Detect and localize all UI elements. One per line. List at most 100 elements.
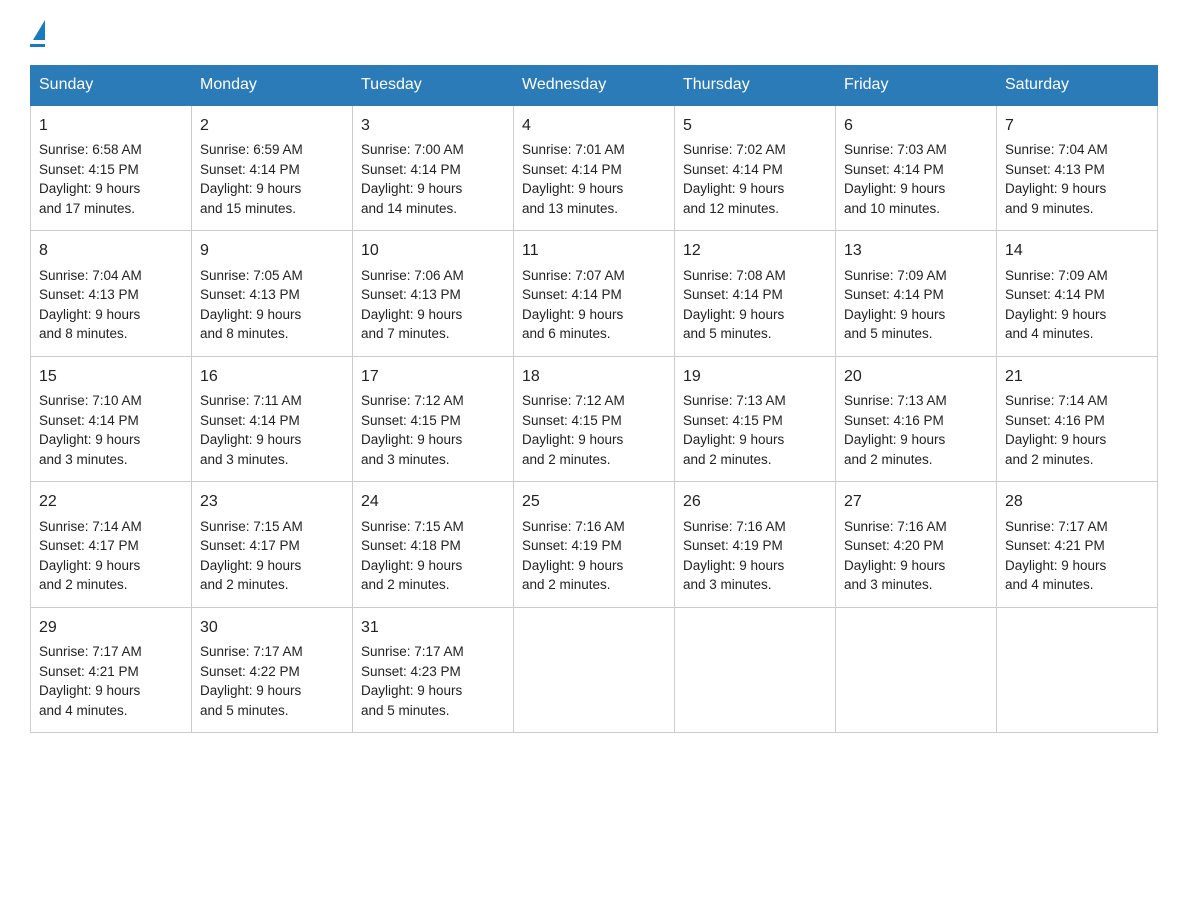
daylight-minutes: and 8 minutes. bbox=[200, 326, 289, 341]
sunset-label: Sunset: 4:22 PM bbox=[200, 664, 300, 679]
logo bbox=[30, 20, 45, 47]
sunrise-label: Sunrise: 7:14 AM bbox=[1005, 393, 1108, 408]
daylight-label: Daylight: 9 hours bbox=[1005, 307, 1106, 322]
sunset-label: Sunset: 4:14 PM bbox=[200, 413, 300, 428]
header-thursday: Thursday bbox=[675, 66, 836, 106]
daylight-label: Daylight: 9 hours bbox=[522, 558, 623, 573]
sunrise-label: Sunrise: 7:06 AM bbox=[361, 268, 464, 283]
calendar-cell: 2 Sunrise: 6:59 AM Sunset: 4:14 PM Daylight… bbox=[192, 105, 353, 231]
daylight-label: Daylight: 9 hours bbox=[361, 307, 462, 322]
sunset-label: Sunset: 4:16 PM bbox=[1005, 413, 1105, 428]
sunrise-label: Sunrise: 7:13 AM bbox=[844, 393, 947, 408]
sunrise-label: Sunrise: 7:04 AM bbox=[39, 268, 142, 283]
sunset-label: Sunset: 4:14 PM bbox=[200, 162, 300, 177]
sunset-label: Sunset: 4:14 PM bbox=[361, 162, 461, 177]
sunset-label: Sunset: 4:20 PM bbox=[844, 538, 944, 553]
daylight-minutes: and 12 minutes. bbox=[683, 201, 779, 216]
week-row-4: 22Sunrise: 7:14 AMSunset: 4:17 PMDayligh… bbox=[31, 482, 1158, 607]
day-number: 20 bbox=[844, 365, 988, 388]
sunrise-label: Sunrise: 6:59 AM bbox=[200, 142, 303, 157]
day-number: 30 bbox=[200, 616, 344, 639]
daylight-label: Daylight: 9 hours bbox=[361, 558, 462, 573]
calendar-cell bbox=[997, 607, 1158, 732]
daylight-label: Daylight: 9 hours bbox=[200, 683, 301, 698]
header-wednesday: Wednesday bbox=[514, 66, 675, 106]
sunrise-label: Sunrise: 7:13 AM bbox=[683, 393, 786, 408]
daylight-minutes: and 7 minutes. bbox=[361, 326, 450, 341]
daylight-minutes: and 3 minutes. bbox=[39, 452, 128, 467]
sunset-label: Sunset: 4:21 PM bbox=[39, 664, 139, 679]
daylight-minutes: and 5 minutes. bbox=[200, 703, 289, 718]
sunrise-label: Sunrise: 7:07 AM bbox=[522, 268, 625, 283]
day-number: 16 bbox=[200, 365, 344, 388]
calendar-cell: 12Sunrise: 7:08 AMSunset: 4:14 PMDayligh… bbox=[675, 231, 836, 356]
daylight-minutes: and 6 minutes. bbox=[522, 326, 611, 341]
calendar-cell: 17Sunrise: 7:12 AMSunset: 4:15 PMDayligh… bbox=[353, 356, 514, 481]
day-number: 4 bbox=[522, 114, 666, 137]
sunrise-label: Sunrise: 7:11 AM bbox=[200, 393, 302, 408]
week-row-3: 15Sunrise: 7:10 AMSunset: 4:14 PMDayligh… bbox=[31, 356, 1158, 481]
day-number: 2 bbox=[200, 114, 344, 137]
calendar-cell: 15Sunrise: 7:10 AMSunset: 4:14 PMDayligh… bbox=[31, 356, 192, 481]
calendar-cell: 7Sunrise: 7:04 AMSunset: 4:13 PMDaylight… bbox=[997, 105, 1158, 231]
sunset-label: Sunset: 4:21 PM bbox=[1005, 538, 1105, 553]
daylight-label: Daylight: 9 hours bbox=[200, 558, 301, 573]
header-friday: Friday bbox=[836, 66, 997, 106]
daylight-minutes: and 3 minutes. bbox=[361, 452, 450, 467]
daylight-label: Daylight: 9 hours bbox=[683, 432, 784, 447]
daylight-minutes: and 17 minutes. bbox=[39, 201, 135, 216]
daylight-label: Daylight: 9 hours bbox=[200, 181, 301, 196]
sunset-label: Sunset: 4:14 PM bbox=[683, 162, 783, 177]
daylight-minutes: and 3 minutes. bbox=[683, 577, 772, 592]
day-number: 6 bbox=[844, 114, 988, 137]
sunset-label: Sunset: 4:15 PM bbox=[39, 162, 139, 177]
sunrise-label: Sunrise: 7:12 AM bbox=[522, 393, 625, 408]
sunrise-label: Sunrise: 7:15 AM bbox=[200, 519, 303, 534]
calendar-cell: 20Sunrise: 7:13 AMSunset: 4:16 PMDayligh… bbox=[836, 356, 997, 481]
calendar-cell: 18Sunrise: 7:12 AMSunset: 4:15 PMDayligh… bbox=[514, 356, 675, 481]
day-number: 9 bbox=[200, 239, 344, 262]
sunset-label: Sunset: 4:14 PM bbox=[683, 287, 783, 302]
day-number: 22 bbox=[39, 490, 183, 513]
sunrise-label: Sunrise: 6:58 AM bbox=[39, 142, 142, 157]
sunset-label: Sunset: 4:13 PM bbox=[361, 287, 461, 302]
sunrise-label: Sunrise: 7:17 AM bbox=[1005, 519, 1108, 534]
sunset-label: Sunset: 4:15 PM bbox=[361, 413, 461, 428]
header-saturday: Saturday bbox=[997, 66, 1158, 106]
daylight-label: Daylight: 9 hours bbox=[39, 683, 140, 698]
sunrise-label: Sunrise: 7:01 AM bbox=[522, 142, 625, 157]
header-tuesday: Tuesday bbox=[353, 66, 514, 106]
day-number: 13 bbox=[844, 239, 988, 262]
daylight-label: Daylight: 9 hours bbox=[1005, 181, 1106, 196]
calendar-cell: 26Sunrise: 7:16 AMSunset: 4:19 PMDayligh… bbox=[675, 482, 836, 607]
sunrise-label: Sunrise: 7:02 AM bbox=[683, 142, 786, 157]
day-number: 26 bbox=[683, 490, 827, 513]
sunset-label: Sunset: 4:19 PM bbox=[683, 538, 783, 553]
page-header bbox=[30, 20, 1158, 47]
daylight-label: Daylight: 9 hours bbox=[683, 181, 784, 196]
day-number: 15 bbox=[39, 365, 183, 388]
sunrise-label: Sunrise: 7:16 AM bbox=[522, 519, 625, 534]
calendar-cell: 9Sunrise: 7:05 AMSunset: 4:13 PMDaylight… bbox=[192, 231, 353, 356]
sunset-label: Sunset: 4:14 PM bbox=[844, 287, 944, 302]
daylight-label: Daylight: 9 hours bbox=[361, 683, 462, 698]
daylight-label: Daylight: 9 hours bbox=[200, 432, 301, 447]
daylight-minutes: and 8 minutes. bbox=[39, 326, 128, 341]
daylight-minutes: and 2 minutes. bbox=[39, 577, 128, 592]
day-number: 10 bbox=[361, 239, 505, 262]
daylight-minutes: and 2 minutes. bbox=[683, 452, 772, 467]
day-number: 7 bbox=[1005, 114, 1149, 137]
calendar-cell bbox=[836, 607, 997, 732]
daylight-label: Daylight: 9 hours bbox=[844, 307, 945, 322]
sunrise-label: Sunrise: 7:16 AM bbox=[683, 519, 786, 534]
calendar-cell: 4Sunrise: 7:01 AMSunset: 4:14 PMDaylight… bbox=[514, 105, 675, 231]
sunset-label: Sunset: 4:15 PM bbox=[522, 413, 622, 428]
calendar-cell: 21Sunrise: 7:14 AMSunset: 4:16 PMDayligh… bbox=[997, 356, 1158, 481]
daylight-minutes: and 4 minutes. bbox=[1005, 326, 1094, 341]
daylight-minutes: and 2 minutes. bbox=[361, 577, 450, 592]
day-number: 14 bbox=[1005, 239, 1149, 262]
day-number: 27 bbox=[844, 490, 988, 513]
daylight-label: Daylight: 9 hours bbox=[1005, 558, 1106, 573]
calendar-cell: 27Sunrise: 7:16 AMSunset: 4:20 PMDayligh… bbox=[836, 482, 997, 607]
daylight-minutes: and 5 minutes. bbox=[683, 326, 772, 341]
